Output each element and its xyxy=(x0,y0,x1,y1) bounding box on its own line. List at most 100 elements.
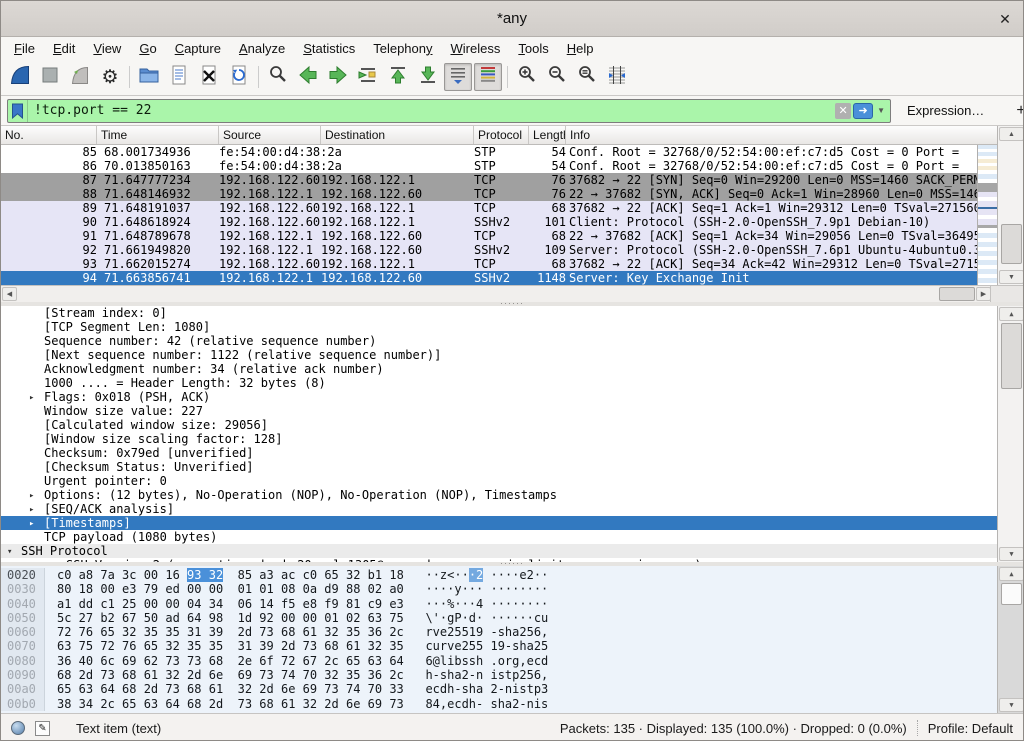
zoom-out-button[interactable] xyxy=(543,63,571,91)
hex-row-00a0[interactable]: 00a065 63 64 68 2d 73 68 61 32 2d 6e 69 … xyxy=(1,682,1023,696)
scrollbar-thumb[interactable] xyxy=(939,287,975,301)
filter-apply-icon[interactable]: ➜ xyxy=(853,103,873,119)
packet-row-86[interactable]: 8670.013850163fe:54:00:d4:38:2aSTP54Conf… xyxy=(1,159,977,173)
scroll-up-icon[interactable]: ▲ xyxy=(999,567,1023,581)
filter-bookmark-icon[interactable] xyxy=(8,100,28,122)
auto-scroll-button[interactable] xyxy=(444,63,472,91)
filter-clear-icon[interactable]: ✕ xyxy=(835,103,851,119)
menu-statistics[interactable]: Statistics xyxy=(294,39,364,58)
scroll-right-icon[interactable]: ▶ xyxy=(976,287,991,301)
menu-tools[interactable]: Tools xyxy=(509,39,557,58)
col-header-no[interactable]: No. xyxy=(1,126,97,144)
zoom-in-button[interactable] xyxy=(513,63,541,91)
hex-row-0090[interactable]: 009068 2d 73 68 61 32 2d 6e 69 73 74 70 … xyxy=(1,668,1023,682)
col-header-protocol[interactable]: Protocol xyxy=(474,126,529,144)
detail-line[interactable]: Urgent pointer: 0 xyxy=(1,474,1023,488)
scroll-left-icon[interactable]: ◀ xyxy=(2,287,17,301)
expert-info-icon[interactable] xyxy=(11,721,25,735)
detail-line[interactable]: ▸[SEQ/ACK analysis] xyxy=(1,502,1023,516)
menu-go[interactable]: Go xyxy=(130,39,165,58)
menu-view[interactable]: View xyxy=(84,39,130,58)
capture-options-button[interactable]: ⚙ xyxy=(96,63,124,91)
go-forward-button[interactable] xyxy=(324,63,352,91)
bytes-vscrollbar[interactable]: ▲ ▼ xyxy=(997,566,1023,713)
expression-button[interactable]: Expression… xyxy=(907,103,984,118)
scroll-down-icon[interactable]: ▼ xyxy=(999,270,1024,284)
expand-arrow-icon[interactable]: ▸ xyxy=(29,391,34,404)
col-header-source[interactable]: Source xyxy=(219,126,321,144)
zoom-normal-button[interactable] xyxy=(573,63,601,91)
close-icon[interactable]: ✕ xyxy=(995,9,1015,29)
scroll-down-icon[interactable]: ▼ xyxy=(999,547,1023,561)
packet-list-vscrollbar[interactable]: ▲ ▼ xyxy=(997,126,1024,285)
col-header-info[interactable]: Info xyxy=(566,126,1023,144)
resize-columns-button[interactable] xyxy=(603,63,631,91)
find-packet-button[interactable] xyxy=(264,63,292,91)
detail-line[interactable]: Sequence number: 42 (relative sequence n… xyxy=(1,334,1023,348)
menu-telephony[interactable]: Telephony xyxy=(364,39,441,58)
scroll-up-icon[interactable]: ▲ xyxy=(999,307,1023,321)
detail-line[interactable]: 1000 .... = Header Length: 32 bytes (8) xyxy=(1,376,1023,390)
packet-row-91[interactable]: 9171.648789678192.168.122.1192.168.122.6… xyxy=(1,229,977,243)
intelligent-scrollbar-minimap[interactable] xyxy=(977,145,997,285)
open-file-button[interactable] xyxy=(135,63,163,91)
detail-line[interactable]: [TCP Segment Len: 1080] xyxy=(1,320,1023,334)
restart-capture-button[interactable] xyxy=(66,63,94,91)
packet-row-88[interactable]: 8871.648146932192.168.122.1192.168.122.6… xyxy=(1,187,977,201)
hex-row-0050[interactable]: 00505c 27 b2 67 50 ad 64 98 1d 92 00 00 … xyxy=(1,611,1023,625)
col-header-time[interactable]: Time xyxy=(97,126,219,144)
col-header-destination[interactable]: Destination xyxy=(321,126,474,144)
col-header-length[interactable]: Length xyxy=(529,126,566,144)
detail-line[interactable]: [Stream index: 0] xyxy=(1,306,1023,320)
menu-edit[interactable]: Edit xyxy=(44,39,84,58)
filter-value[interactable]: !tcp.port == 22 xyxy=(28,103,835,118)
add-filter-button[interactable]: + xyxy=(1008,102,1024,120)
hex-row-0030[interactable]: 003080 18 00 e3 79 ed 00 00 01 01 08 0a … xyxy=(1,582,1023,596)
reload-file-button[interactable] xyxy=(225,63,253,91)
start-capture-button[interactable] xyxy=(6,63,34,91)
colorize-button[interactable] xyxy=(474,63,502,91)
packet-row-92[interactable]: 9271.661949820192.168.122.1192.168.122.6… xyxy=(1,243,977,257)
go-to-packet-button[interactable] xyxy=(354,63,382,91)
hex-row-0040[interactable]: 0040a1 dd c1 25 00 00 04 34 06 14 f5 e8 … xyxy=(1,597,1023,611)
capture-comment-icon[interactable]: ✎ xyxy=(35,721,50,736)
hex-row-0070[interactable]: 007063 75 72 76 65 32 35 35 31 39 2d 73 … xyxy=(1,639,1023,653)
scroll-up-icon[interactable]: ▲ xyxy=(999,127,1024,141)
packet-row-85[interactable]: 8568.001734936fe:54:00:d4:38:2aSTP54Conf… xyxy=(1,145,977,159)
detail-line[interactable]: [Next sequence number: 1122 (relative se… xyxy=(1,348,1023,362)
detail-line[interactable]: Window size value: 227 xyxy=(1,404,1023,418)
hex-row-00b0[interactable]: 00b038 34 2c 65 63 64 68 2d 73 68 61 32 … xyxy=(1,697,1023,711)
collapse-arrow-icon[interactable]: ▾ xyxy=(7,545,12,558)
hex-row-0080[interactable]: 008036 40 6c 69 62 73 73 68 2e 6f 72 67 … xyxy=(1,654,1023,668)
detail-line[interactable]: [Calculated window size: 29056] xyxy=(1,418,1023,432)
menu-wireless[interactable]: Wireless xyxy=(442,39,510,58)
detail-line[interactable]: Checksum: 0x79ed [unverified] xyxy=(1,446,1023,460)
detail-line[interactable]: ▾SSH Protocol xyxy=(1,544,1023,558)
scroll-down-icon[interactable]: ▼ xyxy=(999,698,1023,712)
detail-line[interactable]: ▸Flags: 0x018 (PSH, ACK) xyxy=(1,390,1023,404)
packet-row-87[interactable]: 8771.647777234192.168.122.60192.168.122.… xyxy=(1,173,977,187)
display-filter-input[interactable]: !tcp.port == 22 ✕ ➜ ▼ xyxy=(7,99,891,123)
save-file-button[interactable] xyxy=(165,63,193,91)
detail-line[interactable]: [Window size scaling factor: 128] xyxy=(1,432,1023,446)
detail-line[interactable]: ▸Options: (12 bytes), No-Operation (NOP)… xyxy=(1,488,1023,502)
scrollbar-thumb[interactable] xyxy=(1001,224,1022,264)
scrollbar-thumb[interactable] xyxy=(1001,323,1022,389)
filter-dropdown-icon[interactable]: ▼ xyxy=(875,106,890,115)
packet-row-89[interactable]: 8971.648191037192.168.122.60192.168.122.… xyxy=(1,201,977,215)
go-to-top-button[interactable] xyxy=(384,63,412,91)
packet-row-94[interactable]: 9471.663856741192.168.122.1192.168.122.6… xyxy=(1,271,977,285)
hex-row-0060[interactable]: 006072 76 65 32 35 35 31 39 2d 73 68 61 … xyxy=(1,625,1023,639)
close-file-button[interactable] xyxy=(195,63,223,91)
stop-capture-button[interactable] xyxy=(36,63,64,91)
detail-line[interactable]: [Checksum Status: Unverified] xyxy=(1,460,1023,474)
expand-arrow-icon[interactable]: ▸ xyxy=(29,503,34,516)
detail-line[interactable]: Acknowledgment number: 34 (relative ack … xyxy=(1,362,1023,376)
expand-arrow-icon[interactable]: ▸ xyxy=(29,489,34,502)
go-back-button[interactable] xyxy=(294,63,322,91)
hex-row-0020[interactable]: 0020c0 a8 7a 3c 00 16 93 32 85 a3 ac c0 … xyxy=(1,568,1023,582)
scrollbar-thumb[interactable] xyxy=(1001,583,1022,605)
detail-line[interactable]: ▸[Timestamps] xyxy=(1,516,1023,530)
title-bar[interactable]: *any ✕ xyxy=(1,1,1023,37)
detail-line[interactable]: TCP payload (1080 bytes) xyxy=(1,530,1023,544)
